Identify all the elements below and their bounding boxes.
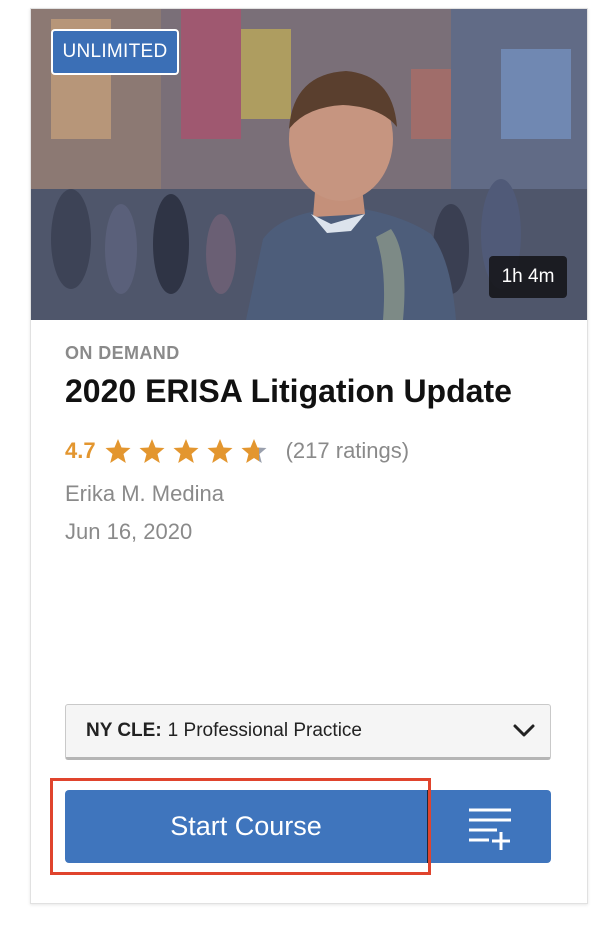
chevron-down-icon[interactable] (512, 721, 536, 741)
add-to-queue-button[interactable] (429, 790, 551, 863)
course-category: ON DEMAND (65, 343, 180, 363)
course-card[interactable]: UNLIMITED 1h 4m ON DEMAND 2020 ERISA Lit… (30, 8, 588, 904)
credit-label: NY CLE: (86, 720, 162, 741)
course-thumbnail[interactable]: UNLIMITED 1h 4m (31, 9, 587, 320)
course-author: Erika M. Medina (65, 481, 224, 506)
duration-badge: 1h 4m (489, 256, 567, 298)
star-rating (104, 437, 274, 465)
star-icon (207, 439, 233, 463)
course-title[interactable]: 2020 ERISA Litigation Update (65, 373, 512, 410)
credit-value: 1 Professional Practice (167, 720, 362, 741)
unlimited-badge: UNLIMITED (51, 29, 179, 75)
rating-value: 4.7 (65, 438, 96, 463)
rating-count: (217 ratings) (285, 438, 410, 463)
course-date: Jun 16, 2020 (65, 519, 193, 544)
playlist-add-icon (469, 808, 511, 850)
star-icon (139, 439, 165, 463)
highlight-box (50, 778, 431, 875)
rating-row: 4.7 (217 ratings) (65, 434, 409, 468)
credit-select[interactable]: NY CLE: 1 Professional Practice (65, 704, 551, 760)
star-icon (105, 439, 131, 463)
star-icon (173, 439, 199, 463)
star-icon (241, 439, 267, 463)
